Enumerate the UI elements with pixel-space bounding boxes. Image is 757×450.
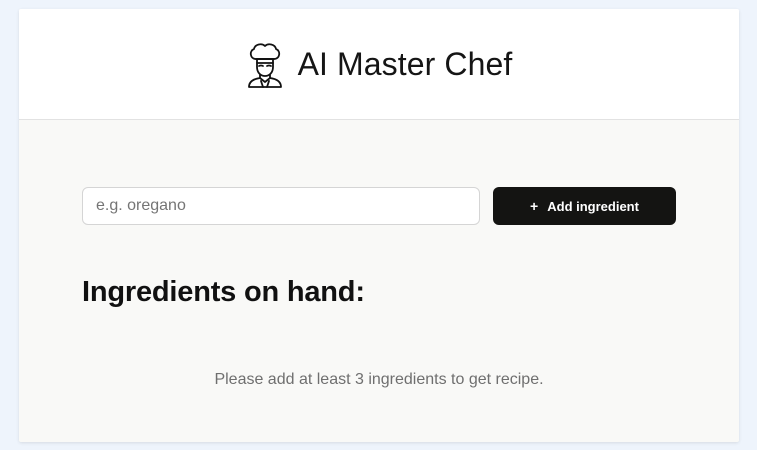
chef-icon — [247, 43, 282, 88]
plus-icon: + — [530, 198, 539, 214]
add-ingredient-button[interactable]: + Add ingredient — [493, 187, 676, 225]
header: AI Master Chef — [19, 9, 739, 120]
add-ingredient-label: Add ingredient — [547, 198, 639, 214]
main-content: + Add ingredient Ingredients on hand: Pl… — [19, 120, 739, 442]
empty-state-message: Please add at least 3 ingredients to get… — [214, 371, 544, 388]
ingredients-heading: Ingredients on hand: — [82, 276, 365, 308]
app-card: AI Master Chef + Add ingredient Ingredie… — [19, 9, 739, 442]
ingredient-input[interactable] — [82, 187, 480, 225]
app-title: AI Master Chef — [297, 45, 513, 82]
